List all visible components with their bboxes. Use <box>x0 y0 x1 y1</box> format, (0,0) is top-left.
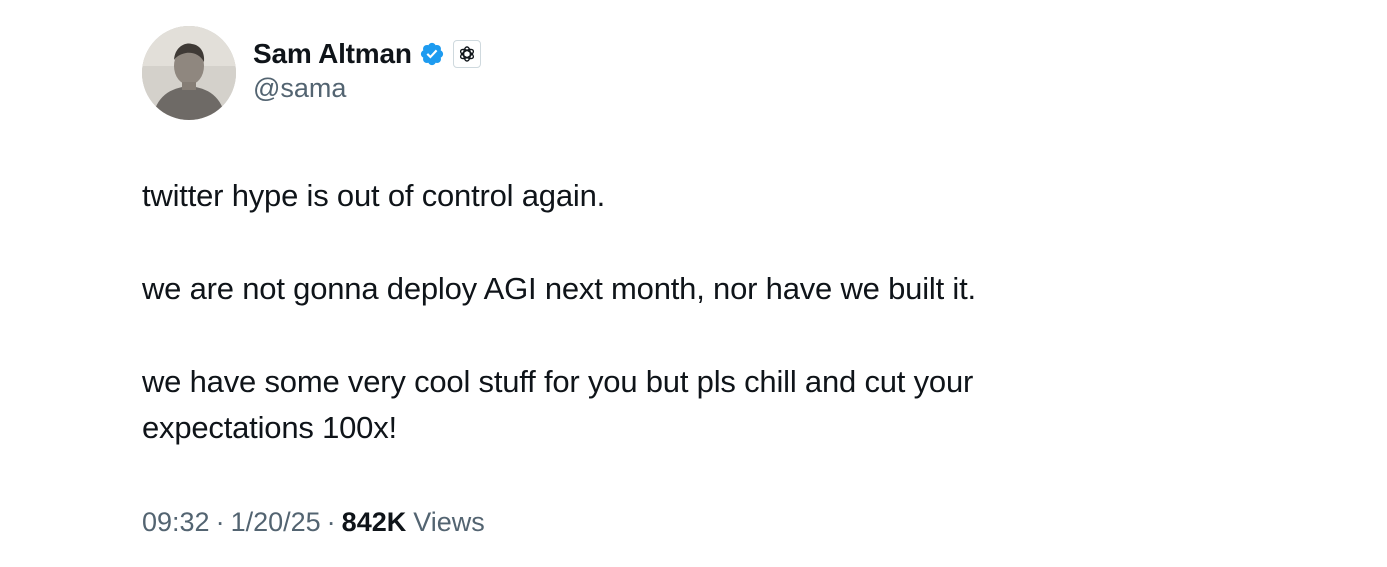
tweet-paragraph: twitter hype is out of control again. <box>142 178 606 213</box>
tweet-meta: 09:32 · 1/20/25 · 842K Views <box>142 507 1242 538</box>
meta-separator: · <box>215 507 225 537</box>
author-handle[interactable]: @sama <box>253 73 481 104</box>
author-names: Sam Altman @sama <box>253 36 481 104</box>
views-count[interactable]: 842K <box>342 507 407 538</box>
tweet-text: twitter hype is out of control again. we… <box>142 173 1242 451</box>
meta-separator: · <box>326 507 336 537</box>
tweet-time[interactable]: 09:32 <box>142 507 210 538</box>
tweet-paragraph: we have some very cool stuff for you but… <box>142 364 974 445</box>
tweet-date[interactable]: 1/20/25 <box>231 507 321 538</box>
openai-logo-icon[interactable] <box>452 40 481 68</box>
tweet-card: Sam Altman @sama twitter hype is out of … <box>142 26 1242 538</box>
tweet-header: Sam Altman @sama <box>142 26 1242 120</box>
verified-badge-icon[interactable] <box>419 41 445 67</box>
views-label: Views <box>413 507 485 537</box>
avatar[interactable] <box>142 26 236 120</box>
display-name[interactable]: Sam Altman <box>253 38 412 70</box>
tweet-paragraph: we are not gonna deploy AGI next month, … <box>142 271 976 306</box>
name-row: Sam Altman <box>253 36 481 72</box>
